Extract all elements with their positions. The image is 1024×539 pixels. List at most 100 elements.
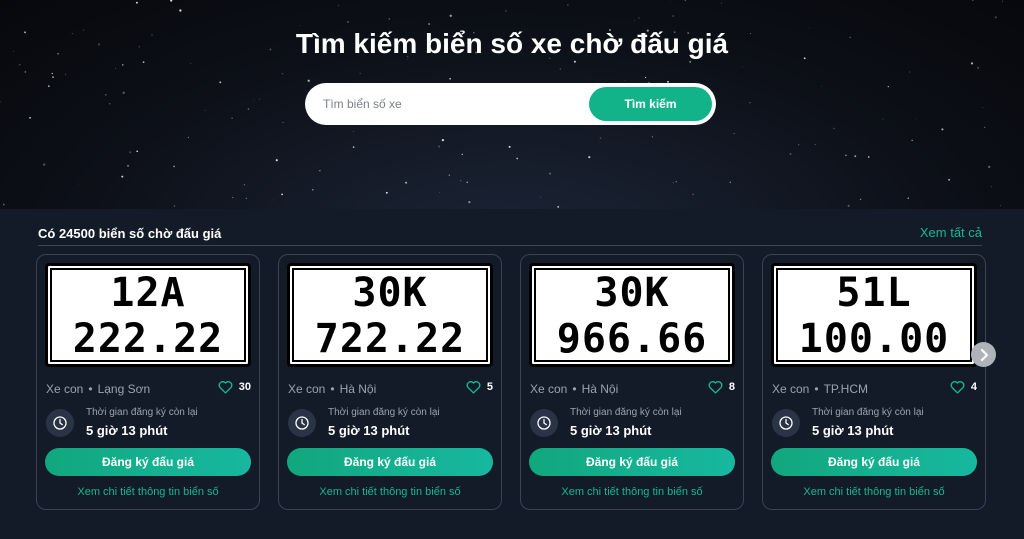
plate-meta: Xe con • TP.HCM	[772, 382, 869, 396]
star-dot	[573, 60, 576, 63]
star-dot	[275, 159, 278, 162]
plate-meta: Xe con • Hà Nội	[530, 382, 619, 396]
register-auction-button[interactable]: Đăng ký đấu giá	[45, 448, 251, 476]
star-dot	[129, 151, 132, 154]
star-dot	[352, 146, 355, 148]
star-dot	[385, 191, 388, 194]
star-dot	[359, 72, 361, 74]
plate-detail-link[interactable]: Xem chi tiết thông tin biển số	[763, 486, 985, 498]
registration-timer: Thời gian đăng ký còn lại 5 giờ 13 phút	[46, 407, 251, 441]
star-dot	[173, 165, 175, 168]
star-dot	[720, 2, 722, 4]
star-dot	[911, 139, 913, 142]
vehicle-type: Xe con	[772, 382, 810, 396]
star-dot	[272, 199, 274, 201]
star-dot	[977, 67, 979, 69]
registration-timer: Thời gian đăng ký còn lại 5 giờ 13 phút	[772, 407, 977, 441]
star-dot	[624, 79, 626, 81]
register-auction-button[interactable]: Đăng ký đấu giá	[771, 448, 977, 476]
star-dot	[887, 85, 889, 88]
view-all-link[interactable]: Xem tất cả	[920, 225, 982, 240]
like-counter[interactable]: 4	[950, 380, 977, 394]
star-dot	[388, 18, 391, 20]
star-dot	[675, 181, 677, 183]
star-dot	[51, 72, 53, 75]
star-dot	[142, 61, 145, 63]
star-dot	[741, 66, 743, 68]
plate-number: 722.22	[314, 316, 466, 362]
carousel-next-button[interactable]	[971, 342, 996, 367]
star-dot	[972, 0, 974, 1]
star-dot	[907, 197, 909, 199]
star-dot	[466, 181, 469, 184]
star-dot	[449, 78, 451, 80]
heart-icon[interactable]	[708, 380, 723, 394]
plate-card[interactable]: 51L 100.00 Xe con • TP.HCM 4 Thời gian đăn…	[762, 254, 986, 510]
star-dot	[994, 16, 997, 19]
star-dot	[909, 71, 911, 73]
clock-icon	[530, 409, 558, 437]
star-dot	[821, 85, 823, 87]
star-dot	[540, 196, 542, 198]
like-counter[interactable]: 30	[218, 380, 251, 394]
star-dot	[104, 93, 107, 96]
plate-location: Hà Nội	[581, 382, 619, 396]
star-dot	[0, 101, 1, 103]
star-dot	[311, 188, 314, 191]
star-dot	[347, 20, 350, 23]
plate-card[interactable]: 12A 222.22 Xe con • Lạng Sơn 30 Thời gian …	[36, 254, 260, 510]
star-dot	[352, 131, 354, 133]
star-dot	[338, 5, 339, 7]
register-auction-button[interactable]: Đăng ký đấu giá	[529, 448, 735, 476]
heart-icon[interactable]	[950, 380, 965, 394]
like-counter[interactable]: 5	[466, 380, 493, 394]
star-dot	[47, 85, 50, 88]
star-dot	[281, 193, 283, 196]
vehicle-type: Xe con	[288, 382, 326, 396]
plate-detail-link[interactable]: Xem chi tiết thông tin biển số	[37, 486, 259, 498]
star-dot	[859, 198, 862, 201]
star-dot	[122, 91, 125, 94]
star-dot	[867, 156, 870, 158]
registration-timer: Thời gian đăng ký còn lại 5 giờ 13 phút	[288, 407, 493, 441]
plate-card[interactable]: 30K 722.22 Xe con • Hà Nội 5 Thời gian đăn…	[278, 254, 502, 510]
plate-card[interactable]: 30K 966.66 Xe con • Hà Nội 8 Thời gian đăn…	[520, 254, 744, 510]
plate-detail-link[interactable]: Xem chi tiết thông tin biển số	[279, 486, 501, 498]
star-dot	[245, 197, 247, 199]
star-dot	[516, 157, 519, 160]
star-dot	[115, 68, 116, 69]
plate-meta: Xe con • Hà Nội	[288, 382, 377, 396]
star-dot	[588, 155, 591, 159]
star-dot	[170, 0, 173, 2]
star-dot	[247, 108, 250, 110]
timer-label: Thời gian đăng ký còn lại	[328, 407, 440, 418]
chevron-right-icon[interactable]	[978, 348, 990, 362]
star-dot	[915, 118, 916, 120]
register-auction-button[interactable]: Đăng ký đấu giá	[287, 448, 493, 476]
clock-icon	[46, 409, 74, 437]
star-dot	[428, 23, 430, 25]
star-dot	[733, 133, 735, 135]
plate-detail-link[interactable]: Xem chi tiết thông tin biển số	[521, 486, 743, 498]
star-dot	[882, 118, 884, 120]
star-dot	[24, 71, 27, 73]
star-dot	[438, 145, 441, 148]
heart-icon[interactable]	[466, 380, 481, 394]
star-dot	[634, 20, 635, 22]
search-button[interactable]: Tìm kiếm	[589, 87, 712, 121]
star-dot	[282, 73, 284, 75]
star-dot	[692, 193, 694, 195]
heart-icon[interactable]	[218, 380, 233, 394]
star-dot	[52, 76, 54, 78]
star-dot	[319, 169, 321, 172]
search-input[interactable]	[323, 83, 583, 125]
like-count: 5	[486, 381, 493, 393]
star-dot	[232, 196, 234, 199]
clock-icon	[772, 409, 800, 437]
like-counter[interactable]: 8	[708, 380, 735, 394]
star-dot	[405, 181, 408, 184]
star-dot	[567, 4, 569, 6]
star-dot	[135, 1, 138, 4]
star-dot	[789, 152, 792, 155]
star-dot	[109, 103, 111, 105]
